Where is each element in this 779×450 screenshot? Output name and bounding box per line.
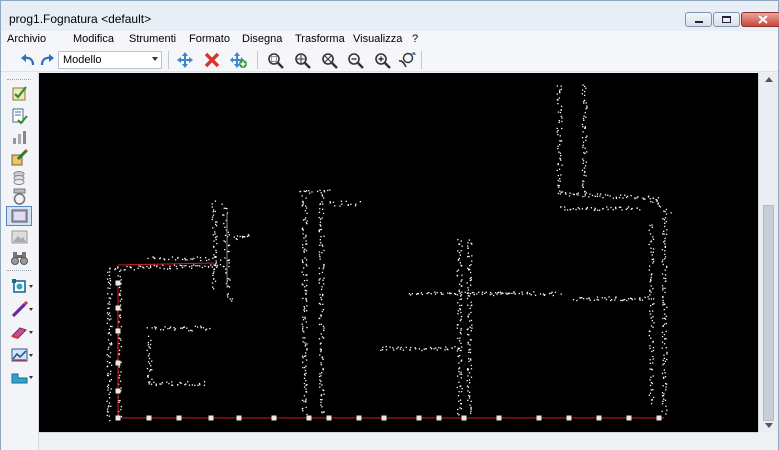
vertical-scroll-thumb[interactable] <box>763 205 774 421</box>
add-icon[interactable] <box>230 51 248 69</box>
chevron-down-icon <box>152 57 158 61</box>
scroll-down-icon[interactable] <box>765 423 773 428</box>
chevron-down-icon[interactable] <box>29 331 33 334</box>
menu-formato[interactable]: Formato <box>189 33 230 45</box>
window-title: prog1.Fognatura <default> <box>9 12 152 26</box>
ring-icon[interactable] <box>10 187 28 205</box>
chart-icon[interactable] <box>10 128 28 146</box>
toolbar-separator <box>421 51 422 69</box>
zoom-window-icon[interactable] <box>266 51 284 69</box>
binoculars-icon[interactable] <box>10 248 28 266</box>
menu-help[interactable]: ? <box>412 33 418 45</box>
chevron-down-icon[interactable] <box>29 308 33 311</box>
redo-icon[interactable] <box>38 51 56 69</box>
scroll-up-icon[interactable] <box>765 77 773 82</box>
undo-icon[interactable] <box>19 51 37 69</box>
chevron-down-icon[interactable] <box>29 354 33 357</box>
toolbar-separator <box>168 51 169 69</box>
scrollbar-corner <box>758 432 778 450</box>
eraser-tool-icon[interactable] <box>10 323 28 341</box>
drawing-canvas[interactable] <box>39 73 758 432</box>
node-tool-icon[interactable] <box>10 277 28 295</box>
pencil-edit-icon[interactable] <box>10 148 28 166</box>
menu-disegna[interactable]: Disegna <box>242 33 282 45</box>
profile-tool-icon[interactable] <box>10 346 28 364</box>
zoom-extents-icon[interactable] <box>320 51 338 69</box>
menu-visualizza[interactable]: Visualizza <box>353 33 402 45</box>
close-button[interactable] <box>741 12 779 27</box>
delete-icon[interactable] <box>203 51 221 69</box>
section-tool-icon[interactable] <box>10 368 28 386</box>
picture-icon[interactable] <box>10 228 28 246</box>
horizontal-bar <box>39 432 758 450</box>
maximize-icon <box>722 16 731 23</box>
main-toolbar: Modello <box>1 48 778 72</box>
chevron-down-icon[interactable] <box>29 376 33 379</box>
zoom-pan-icon[interactable] <box>293 51 311 69</box>
application-window: prog1.Fognatura <default> Archivio Modif… <box>0 0 779 450</box>
maximize-button[interactable] <box>713 12 740 27</box>
window-icon[interactable] <box>6 206 32 226</box>
move-icon[interactable] <box>176 51 194 69</box>
close-icon <box>758 15 768 24</box>
toolbar-grip <box>7 79 31 80</box>
minimize-button[interactable] <box>685 12 712 27</box>
title-bar: prog1.Fognatura <default> <box>1 1 779 31</box>
menu-trasforma[interactable]: Trasforma <box>295 33 345 45</box>
pipe-tool-icon[interactable] <box>10 300 28 318</box>
zoom-out-icon[interactable] <box>346 51 364 69</box>
menu-modifica[interactable]: Modifica <box>73 33 114 45</box>
chevron-down-icon[interactable] <box>29 285 33 288</box>
menu-bar: Archivio Modifica Strumenti Formato Dise… <box>1 31 778 48</box>
menu-strumenti[interactable]: Strumenti <box>129 33 176 45</box>
layout-select[interactable]: Modello <box>58 51 162 69</box>
sewer-network-drawing[interactable] <box>39 73 758 432</box>
toolbar-separator <box>257 51 258 69</box>
toolbar-separator <box>7 270 31 271</box>
left-toolbar <box>1 72 39 450</box>
zoom-realtime-icon[interactable] <box>398 51 416 69</box>
check-icon[interactable] <box>10 84 28 102</box>
menu-archivio[interactable]: Archivio <box>7 33 46 45</box>
zoom-in-icon[interactable] <box>373 51 391 69</box>
vertical-scrollbar[interactable] <box>758 73 778 432</box>
layers-icon[interactable] <box>10 168 28 186</box>
document-check-icon[interactable] <box>10 107 28 125</box>
minimize-icon <box>694 21 703 23</box>
layout-select-value: Modello <box>63 54 102 66</box>
